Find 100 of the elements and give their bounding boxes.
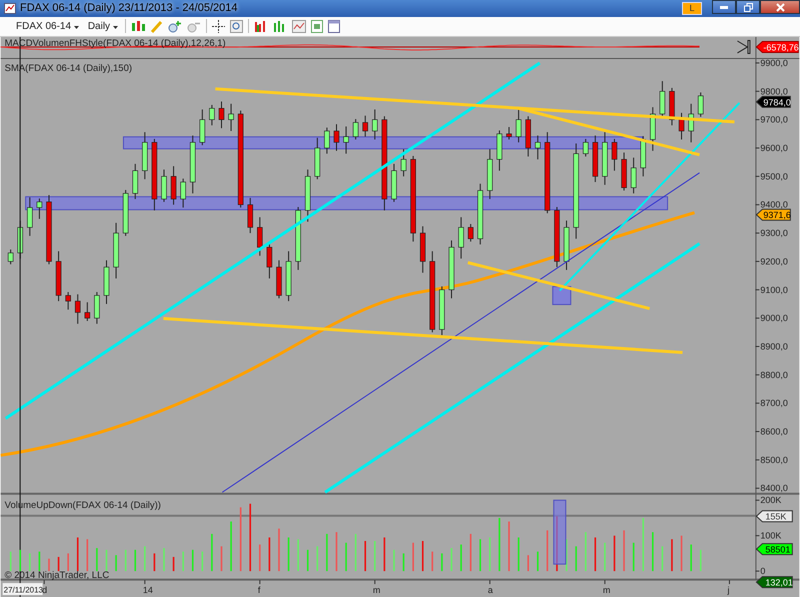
zone-rectangle: [552, 286, 572, 305]
axis-label: 9200,0: [760, 256, 788, 266]
candlestick: [698, 92, 704, 118]
axis-label: 9300,0: [760, 228, 788, 238]
volume-bar: [479, 539, 482, 572]
axis-label: d: [42, 585, 48, 595]
candlestick: [122, 189, 128, 236]
axis-label: 100K: [760, 530, 782, 541]
axis-label: 8400,0: [760, 483, 788, 494]
candlestick: [621, 152, 627, 191]
scroll-end-icon[interactable]: [736, 40, 750, 54]
zoom-in-icon[interactable]: [168, 20, 182, 33]
candlestick: [74, 294, 81, 324]
candlestick: [688, 103, 694, 143]
candlestick: [372, 108, 378, 140]
indicator-button[interactable]: L: [682, 2, 702, 15]
axis-label: 8600,0: [760, 426, 788, 436]
minimize-icon: [720, 6, 728, 8]
candlestick: [602, 132, 608, 186]
axis-label: 9500,0: [760, 171, 788, 182]
price-marker: 58501: [756, 543, 793, 556]
document-icon[interactable]: [310, 20, 323, 33]
volume-bar: [364, 540, 366, 572]
candlestick: [190, 134, 196, 194]
candlestick: [612, 138, 618, 172]
axis-label: 200K: [760, 495, 782, 506]
restore-button[interactable]: [736, 0, 760, 14]
window-title: FDAX 06-14 (Daily) 23/11/2013 - 24/05/2014: [20, 2, 238, 14]
candlestick: [420, 226, 426, 274]
candlestick: [218, 100, 224, 129]
axis-label: 8700,0: [760, 398, 788, 408]
candlestick: [228, 103, 234, 132]
axis-label: a: [488, 585, 493, 595]
candlestick: [304, 169, 311, 222]
candlestick: [8, 248, 14, 265]
candlestick: [516, 108, 522, 143]
candlestick: [36, 198, 42, 220]
price-marker: 9784,0: [756, 96, 791, 108]
axis-label: 9600,0: [760, 142, 788, 153]
candlestick: [209, 104, 215, 126]
bars-icon[interactable]: [272, 20, 287, 33]
candlestick: [84, 302, 90, 322]
volume-bar: [594, 537, 596, 572]
axis-label: 14: [142, 585, 153, 595]
candlestick: [439, 286, 445, 336]
candlestick: [257, 216, 263, 256]
candlestick: [468, 223, 474, 242]
candlestick: [200, 108, 206, 146]
volume-bar: [134, 550, 136, 572]
candlestick: [324, 127, 330, 154]
candlestick: [27, 196, 33, 236]
price-marker: -6578,76: [756, 40, 799, 53]
axis-label: 9700,0: [760, 114, 788, 125]
volume-bar: [422, 540, 424, 572]
candlestick: [448, 240, 454, 299]
candlestick-icon[interactable]: [130, 20, 145, 33]
candlestick: [104, 260, 110, 304]
volume-bar: [652, 532, 654, 572]
caret-icon: [112, 26, 118, 29]
candlestick: [295, 206, 301, 270]
candlestick: [582, 138, 588, 157]
axis-label: m: [372, 585, 380, 595]
candlestick: [352, 118, 358, 140]
price-marker: 155K: [756, 510, 793, 522]
window-icon[interactable]: [328, 20, 340, 33]
candlestick: [180, 178, 186, 208]
candlestick: [170, 166, 176, 206]
candlestick: [458, 216, 464, 260]
volume-bar: [19, 550, 22, 572]
chart-icon: [4, 2, 16, 14]
minimize-button[interactable]: [712, 0, 736, 14]
axis-label: 0: [760, 566, 766, 576]
candlestick: [46, 194, 52, 265]
axis-label: 8900,0: [760, 341, 788, 352]
candlestick: [400, 148, 406, 177]
candlestick: [132, 163, 138, 200]
candlestick: [362, 115, 368, 138]
interval-dropdown[interactable]: Daily: [86, 20, 120, 32]
close-icon: [776, 2, 784, 12]
candlestick: [525, 116, 531, 157]
candlestick: [487, 148, 493, 200]
candlestick: [142, 132, 148, 180]
close-button[interactable]: [760, 0, 800, 14]
crosshair-icon[interactable]: [212, 20, 225, 33]
candlestick: [477, 183, 484, 245]
candlestick: [286, 250, 292, 302]
candlestick: [65, 291, 71, 310]
chart-icon[interactable]: [292, 20, 306, 33]
candlestick: [266, 243, 272, 279]
bars-icon[interactable]: [254, 20, 268, 33]
candlestick: [113, 222, 119, 279]
price-marker: 132,01: [756, 576, 793, 588]
candlestick: [496, 130, 502, 172]
axis-label: f: [258, 585, 260, 595]
candlestick: [247, 197, 254, 234]
instrument-dropdown[interactable]: FDAX 06-14: [14, 20, 81, 32]
caret-icon: [74, 26, 79, 29]
magnifier-icon[interactable]: [230, 20, 243, 33]
candlestick: [564, 220, 570, 270]
axis-label: j: [727, 585, 730, 595]
